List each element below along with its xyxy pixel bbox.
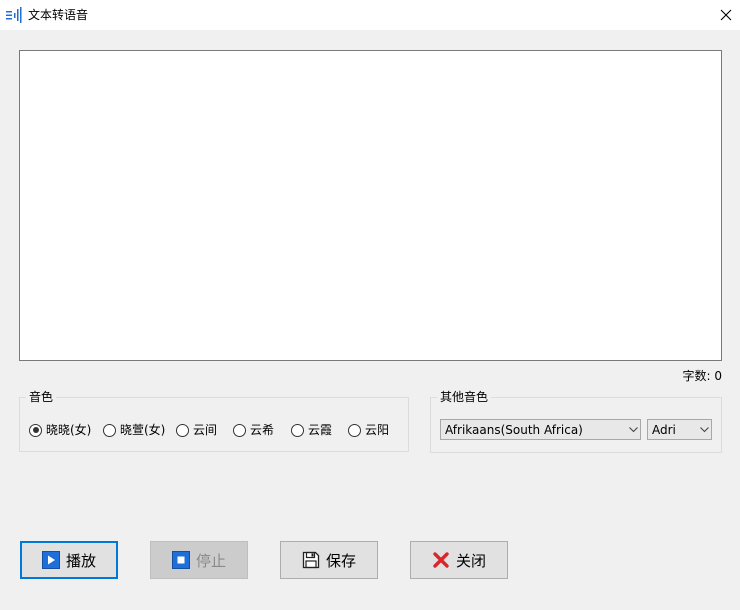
play-icon <box>41 551 60 569</box>
voice-name-select-value: Adri <box>652 422 676 437</box>
language-select[interactable]: Afrikaans(South Africa) <box>440 419 641 440</box>
title-bar: 文本转语音 <box>0 0 740 30</box>
floppy-disk-icon <box>302 551 320 569</box>
close-icon <box>720 9 732 21</box>
radio-unchecked-icon <box>103 423 116 437</box>
radio-unchecked-icon <box>233 423 246 437</box>
close-button[interactable]: 关闭 <box>410 541 508 579</box>
save-button-label: 保存 <box>325 551 356 570</box>
voice-name-select[interactable]: Adri <box>647 419 712 440</box>
stop-button[interactable]: 停止 <box>150 541 248 579</box>
other-voice-group-legend: 其他音色 <box>437 389 492 405</box>
voice-option-yunyang[interactable]: 云阳 <box>348 423 389 437</box>
save-button[interactable]: 保存 <box>280 541 378 579</box>
radio-checked-icon <box>29 423 42 437</box>
radio-unchecked-icon <box>291 423 304 437</box>
voice-option-xiaoxuan[interactable]: 晓萱(女) <box>103 423 165 437</box>
language-select-value: Afrikaans(South Africa) <box>445 422 583 437</box>
voice-option-yunxia[interactable]: 云霞 <box>291 423 332 437</box>
voice-option-yunxi[interactable]: 云希 <box>233 423 274 437</box>
voice-option-yunjian[interactable]: 云间 <box>176 423 217 437</box>
radio-unchecked-icon <box>176 423 189 437</box>
voice-option-xiaoxiao[interactable]: 晓晓(女) <box>29 423 91 437</box>
voice-option-label: 云间 <box>193 423 218 437</box>
voice-option-label: 云希 <box>250 423 275 437</box>
window-title: 文本转语音 <box>28 8 89 22</box>
stop-icon <box>171 551 190 569</box>
chevron-down-icon <box>626 420 640 439</box>
other-voice-group: 其他音色 Afrikaans(South Africa) Adri <box>430 389 722 453</box>
voice-group: 音色 晓晓(女) 晓萱(女) 云间 云希 云霞 云阳 <box>19 389 409 452</box>
red-x-icon <box>433 552 449 568</box>
window-close-button[interactable] <box>712 0 740 30</box>
radio-unchecked-icon <box>348 423 361 437</box>
voice-group-legend: 音色 <box>26 389 57 405</box>
close-button-label: 关闭 <box>455 551 486 570</box>
voice-option-label: 云阳 <box>365 423 390 437</box>
audio-waveform-icon <box>6 7 22 23</box>
play-button-label: 播放 <box>65 551 96 570</box>
text-input[interactable] <box>19 50 722 361</box>
play-button[interactable]: 播放 <box>20 541 118 579</box>
voice-option-label: 晓萱(女) <box>120 423 166 437</box>
char-count: 字数: 0 <box>682 369 723 383</box>
voice-option-label: 云霞 <box>308 423 333 437</box>
voice-option-label: 晓晓(女) <box>46 423 92 437</box>
stop-button-label: 停止 <box>195 551 226 570</box>
chevron-down-icon <box>697 420 711 439</box>
